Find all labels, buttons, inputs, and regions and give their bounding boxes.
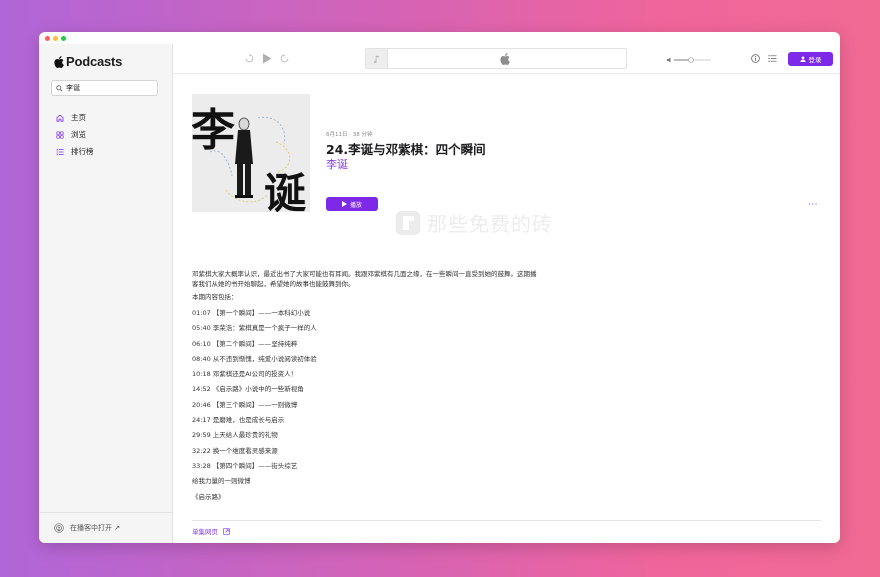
app-brand: Podcasts: [66, 54, 123, 69]
sidebar-item-browse[interactable]: 浏览: [39, 126, 172, 143]
episode-webpage-link[interactable]: 单集网页: [192, 526, 230, 536]
divider: [192, 520, 821, 521]
sidebar-nav: 主页 浏览 排行榜: [39, 109, 172, 160]
watermark-logo-icon: [396, 210, 420, 235]
sidebar-item-label: 排行榜: [71, 147, 94, 156]
title-bar: [39, 32, 840, 44]
chapter-item: 《启示路》: [192, 492, 225, 501]
app-window: Podcasts 主页: [39, 32, 840, 543]
sidebar-item-home[interactable]: 主页: [39, 109, 172, 126]
external-link-icon: [223, 527, 230, 535]
play-button[interactable]: 播放: [326, 197, 378, 211]
episode-webpage-label: 单集网页: [192, 528, 218, 536]
grid-icon: [56, 130, 64, 139]
now-playing-artwork: [366, 49, 388, 68]
search-input[interactable]: [63, 84, 156, 92]
login-button[interactable]: 登录: [788, 52, 833, 66]
info-button[interactable]: [751, 54, 760, 63]
play-icon: [341, 201, 347, 207]
home-icon: [56, 114, 64, 122]
now-playing-bar: [365, 48, 627, 69]
login-label: 登录: [808, 56, 822, 64]
chapter-item: 29:59 上天给人最珍贵的礼物: [192, 431, 278, 440]
open-in-podcasts-label: 在播客中打开 ↗: [70, 524, 121, 532]
player-toolbar: 登录: [173, 44, 840, 74]
description-text: 邓紫棋大家大概率认识，最近出书了大家可能也有耳闻。我跟邓紫棋有几面之缘，在一些瞬…: [192, 270, 537, 288]
play-icon: [263, 53, 272, 64]
apple-logo-icon: [500, 53, 510, 65]
close-window-button[interactable]: [45, 36, 50, 41]
skip-back-button[interactable]: [245, 54, 254, 63]
chapter-item: 20:46 【第三个瞬间】——一则微博: [192, 400, 298, 409]
description-intro: 本期内容包括：: [192, 293, 238, 301]
episode-title: 24.李诞与邓紫棋：四个瞬间: [326, 142, 486, 157]
volume-slider[interactable]: [667, 57, 713, 63]
chapter-item: 01:07 【第一个瞬间】——一本科幻小说: [192, 309, 311, 317]
more-options-button[interactable]: ···: [808, 201, 818, 210]
chapter-item: 10:18 邓紫棋还是AI公司的投资人！: [192, 370, 298, 379]
search-icon: [56, 84, 63, 92]
skip-forward-button[interactable]: [280, 54, 289, 63]
watermark-text: 那些免费的砖: [427, 212, 553, 236]
play-toolbar-button[interactable]: [262, 53, 272, 64]
chapter-item: 32:22 换一个维度看灵感来源: [192, 446, 278, 455]
info-icon: [751, 54, 760, 63]
search-box[interactable]: [51, 80, 158, 96]
play-label: 播放: [349, 201, 362, 209]
skip-forward-icon: [280, 54, 289, 63]
user-icon: [799, 56, 806, 62]
chapter-item: 给我力量的一则微博: [192, 477, 251, 486]
episode-artwork: 李 诞: [192, 94, 310, 212]
show-name-link[interactable]: 李诞: [326, 156, 348, 172]
chapter-item: 06:10 【第二个瞬间】——坚持纯粹: [192, 339, 298, 348]
sidebar-item-label: 浏览: [71, 130, 86, 139]
sidebar: Podcasts 主页: [39, 44, 173, 543]
chapter-item: 08:40 从不违到惭愧，纯爱小说阅读初体验: [192, 354, 317, 363]
list-icon: [56, 148, 64, 155]
episode-page: 李 诞 6月11日 · 38 分钟 24.李诞与邓紫棋：四个瞬间 李诞 播放 ·…: [173, 74, 840, 543]
apple-logo-icon: [54, 55, 64, 68]
minimize-window-button[interactable]: [53, 36, 58, 41]
sidebar-item-label: 主页: [71, 113, 86, 122]
queue-button[interactable]: [768, 54, 777, 63]
chapter-item: 33:28 【第四个瞬间】——街头综艺: [192, 461, 298, 470]
episode-description: 邓紫棋大家大概率认识，最近出书了大家可能也有耳闻。我跟邓紫棋有几面之缘，在一些瞬…: [192, 270, 537, 303]
open-in-podcasts-link[interactable]: 在播客中打开 ↗: [39, 512, 172, 543]
chapter-list: 01:07 【第一个瞬间】——一本科幻小说 05:40 李荣浩：紫棋真是一个疯子…: [192, 309, 317, 508]
chapter-item: 24:17 是磨难，也是成长与启示: [192, 416, 285, 425]
skip-back-icon: [245, 54, 254, 63]
sidebar-item-charts[interactable]: 排行榜: [39, 143, 172, 160]
podcast-icon: [54, 523, 64, 533]
chapter-item: 05:40 李荣浩：紫棋真是一个疯子一样的人: [192, 324, 317, 333]
episode-meta: 6月11日 · 38 分钟: [326, 132, 373, 138]
zoom-window-button[interactable]: [61, 36, 66, 41]
music-note-icon: [373, 55, 379, 63]
artwork-figure-illustration: [209, 116, 291, 203]
app-logo: Podcasts: [54, 54, 122, 69]
watermark: 那些免费的砖: [395, 208, 553, 237]
queue-list-icon: [768, 55, 777, 62]
chapter-item: 14:52 《启示路》小说中的一些新视角: [192, 385, 304, 394]
